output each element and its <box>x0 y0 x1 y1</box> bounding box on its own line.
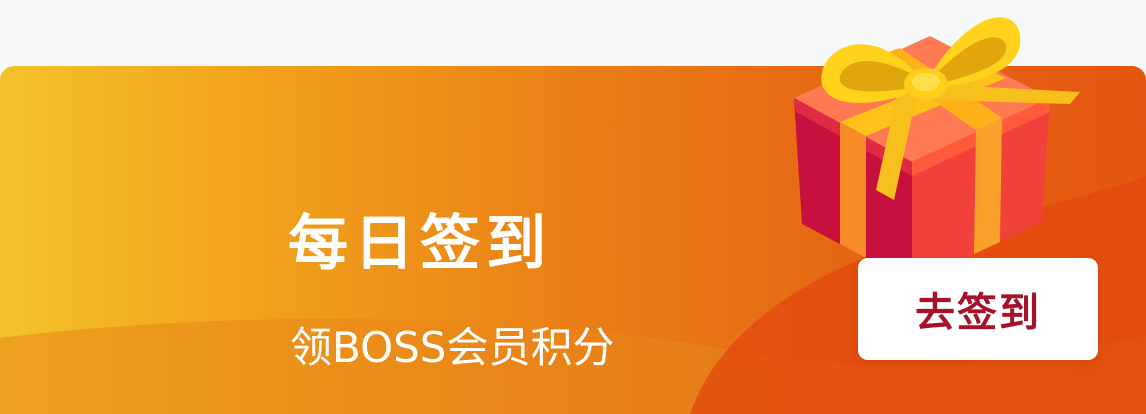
signin-button-label: 去签到 <box>915 290 1041 336</box>
page-title: 每日签到 <box>288 209 552 279</box>
signin-card: 每日签到 领BOSS会员积分 去签到 <box>0 0 1146 414</box>
subtitle: 领BOSS会员积分 <box>290 323 615 372</box>
gift-box-icon <box>794 17 1080 282</box>
signin-button[interactable]: 去签到 <box>858 258 1098 360</box>
